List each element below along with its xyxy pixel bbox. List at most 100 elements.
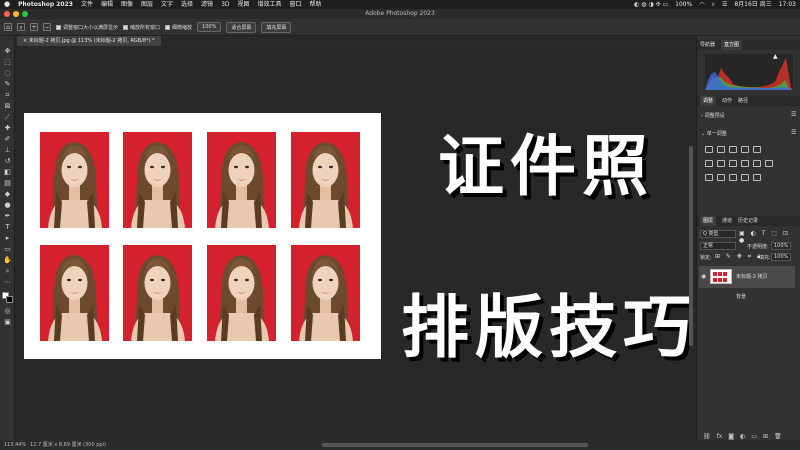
pen-tool-icon[interactable]: ✒: [3, 213, 12, 220]
tab-histogram[interactable]: 直方图: [721, 40, 743, 50]
threshold-icon[interactable]: [729, 174, 737, 181]
posterize-icon[interactable]: [717, 174, 725, 181]
brush-tool-icon[interactable]: ✐: [3, 136, 12, 143]
bg-layer-name[interactable]: 背景: [736, 293, 746, 300]
zoom-tool-sidebar-icon[interactable]: ⌕: [3, 268, 12, 275]
single-adjust-section[interactable]: ⌄ 单一调整: [701, 130, 727, 137]
healing-tool-icon[interactable]: ✚: [3, 125, 12, 132]
menu-view[interactable]: 视图: [238, 0, 250, 9]
delete-layer-icon[interactable]: 🗑︎: [774, 433, 782, 440]
move-tool-icon[interactable]: ✥: [3, 48, 12, 55]
tab-navigator[interactable]: 导航器: [700, 40, 715, 50]
document-canvas[interactable]: [24, 113, 381, 359]
zoom-100-button[interactable]: 100%: [197, 22, 222, 32]
marquee-tool-icon[interactable]: ⬚: [3, 59, 12, 66]
menu-app-name[interactable]: Photoshop 2023: [18, 0, 73, 9]
scrubby-zoom-checkbox[interactable]: 细微缩放: [165, 24, 192, 31]
blur-tool-icon[interactable]: ◆: [3, 191, 12, 198]
menu-type[interactable]: 文字: [161, 0, 173, 9]
group-icon[interactable]: ▭: [751, 433, 757, 440]
document-size[interactable]: 12.7 厘米 x 8.89 厘米 (300 ppi): [30, 440, 106, 450]
home-icon[interactable]: ⌂: [4, 23, 12, 31]
layer-style-icon[interactable]: fx: [717, 433, 723, 440]
adjust-presets-section[interactable]: › 调整预设: [701, 112, 725, 119]
minimize-window-icon[interactable]: [13, 11, 19, 17]
fill-screen-button[interactable]: 填充屏幕: [261, 21, 292, 33]
add-mask-icon[interactable]: ◙: [728, 433, 734, 440]
tab-paths[interactable]: 路径: [738, 96, 748, 106]
menu-edit[interactable]: 编辑: [101, 0, 113, 9]
zoom-tool-icon[interactable]: ⌕: [17, 23, 25, 31]
selective-color-icon[interactable]: [753, 174, 761, 181]
background-color-swatch[interactable]: [6, 296, 13, 303]
lock-icons[interactable]: ⊞ ✎ ✥ ⌗ 🔒︎: [715, 253, 762, 261]
zoom-level[interactable]: 113.44%: [4, 440, 26, 450]
canvas-area[interactable]: 证件照 排版技巧: [15, 46, 696, 440]
photo-filter-icon[interactable]: [741, 160, 749, 167]
horizontal-scrollbar[interactable]: [322, 443, 588, 447]
menu-select[interactable]: 选择: [181, 0, 193, 9]
eyedropper-tool-icon[interactable]: ⟋: [3, 114, 12, 121]
adjustment-layer-icon[interactable]: ◐: [740, 433, 745, 440]
color-lookup-icon[interactable]: [765, 160, 773, 167]
tab-history[interactable]: 历史记录: [738, 216, 758, 226]
tab-actions[interactable]: 动作: [722, 96, 732, 106]
exposure-icon[interactable]: [741, 146, 749, 153]
quick-select-tool-icon[interactable]: ✎: [3, 81, 12, 88]
hue-icon[interactable]: [705, 160, 713, 167]
wifi-icon[interactable]: ◠: [699, 0, 704, 9]
resize-windows-checkbox[interactable]: 调整窗口大小以满屏显示: [56, 24, 118, 31]
layer-row-background[interactable]: 背景: [699, 290, 795, 302]
quick-mask-icon[interactable]: ◎: [3, 308, 12, 315]
vibrance-icon[interactable]: [753, 146, 761, 153]
gradient-tool-icon[interactable]: ▤: [3, 180, 12, 187]
close-window-icon[interactable]: [4, 11, 10, 17]
gradient-map-icon[interactable]: [741, 174, 749, 181]
list-view-icon[interactable]: ☰: [791, 111, 796, 118]
menu-window[interactable]: 窗口: [290, 0, 302, 9]
color-balance-icon[interactable]: [717, 160, 725, 167]
menu-layer[interactable]: 图层: [141, 0, 153, 9]
fill-input[interactable]: 100%: [771, 253, 792, 261]
stamp-tool-icon[interactable]: ⊥: [3, 147, 12, 154]
menu-filter[interactable]: 滤镜: [201, 0, 213, 9]
layer-row-copy[interactable]: ◉ 未标题-2 拷贝: [699, 266, 795, 288]
menu-file[interactable]: 文件: [81, 0, 93, 9]
control-center-icon[interactable]: ☰: [722, 0, 727, 9]
link-layers-icon[interactable]: ⛓: [703, 433, 711, 440]
path-select-icon[interactable]: ▸: [3, 235, 12, 242]
screen-mode-icon[interactable]: ▣: [3, 319, 12, 326]
new-layer-icon[interactable]: ⊞: [763, 433, 768, 440]
tab-layers[interactable]: 图层: [700, 216, 717, 226]
zoom-out-icon[interactable]: −: [43, 23, 51, 31]
tab-adjustments[interactable]: 调整: [700, 96, 717, 106]
eraser-tool-icon[interactable]: ◧: [3, 169, 12, 176]
layer-name[interactable]: 未标题-2 拷贝: [736, 273, 768, 280]
lasso-tool-icon[interactable]: ◌: [3, 70, 12, 77]
levels-icon[interactable]: [717, 146, 725, 153]
menu-3d[interactable]: 3D: [221, 0, 229, 9]
shape-tool-icon[interactable]: ▭: [3, 246, 12, 253]
dodge-tool-icon[interactable]: ●: [3, 202, 12, 209]
menu-help[interactable]: 帮助: [310, 0, 322, 9]
menu-plugins[interactable]: 增效工具: [258, 0, 282, 9]
zoom-all-checkbox[interactable]: 缩放所有窗口: [123, 24, 160, 31]
opacity-input[interactable]: 100%: [771, 242, 792, 250]
list-view-icon-2[interactable]: ☰: [791, 129, 796, 136]
zoom-in-icon[interactable]: +: [30, 23, 38, 31]
visibility-eye-icon[interactable]: ◉: [701, 273, 706, 280]
crop-tool-icon[interactable]: ⌗: [3, 92, 12, 99]
layer-kind-filter[interactable]: Q 类型: [700, 230, 736, 238]
vertical-scrollbar[interactable]: [689, 146, 693, 346]
zoom-window-icon[interactable]: [22, 11, 28, 17]
invert-icon[interactable]: [705, 174, 713, 181]
channel-mixer-icon[interactable]: [753, 160, 761, 167]
search-icon[interactable]: ⌕: [712, 0, 715, 9]
menu-image[interactable]: 图像: [121, 0, 133, 9]
apple-menu-icon[interactable]: ●: [4, 0, 10, 9]
history-brush-icon[interactable]: ↺: [3, 158, 12, 165]
brightness-icon[interactable]: [705, 146, 713, 153]
curves-icon[interactable]: [729, 146, 737, 153]
document-tab[interactable]: × 未标题-2 拷贝.jpg @ 113% (未标题-2 拷贝, RGB/8*)…: [17, 36, 161, 46]
bw-icon[interactable]: [729, 160, 737, 167]
